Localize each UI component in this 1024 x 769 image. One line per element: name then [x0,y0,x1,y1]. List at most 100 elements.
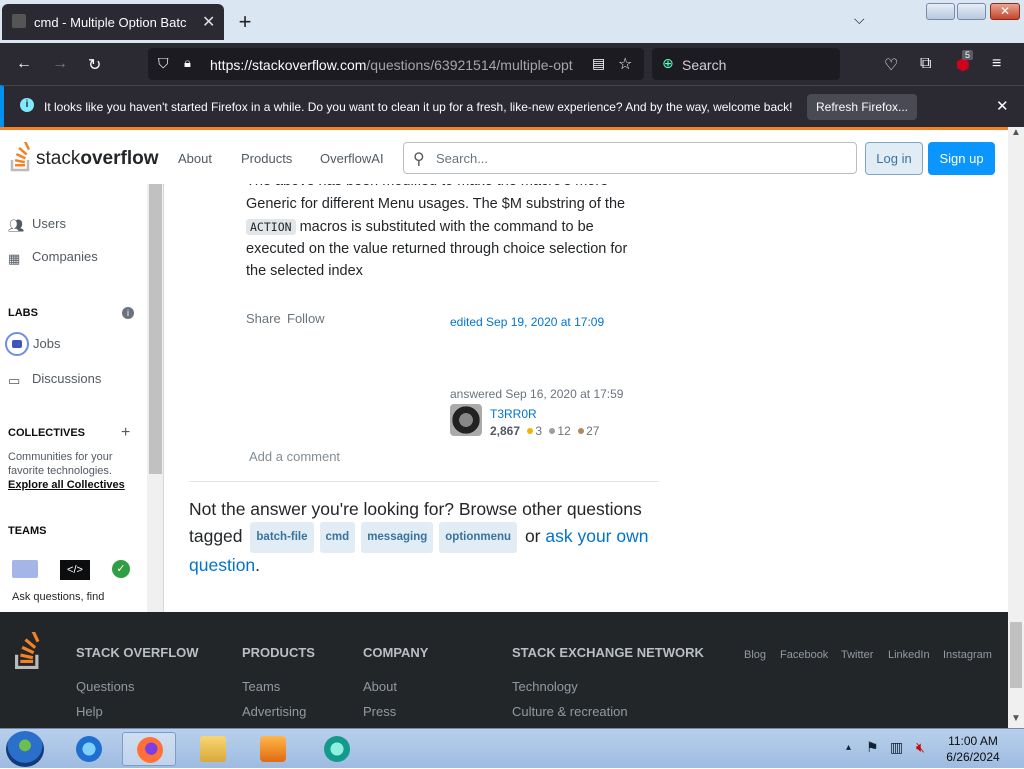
tray-expand-icon[interactable]: ▴ [846,742,851,753]
footer-logo-icon[interactable] [12,632,44,670]
sidebar-item-jobs[interactable]: Jobs [5,332,60,356]
add-collective-icon[interactable]: + [121,424,130,442]
footer-link[interactable]: Teams [242,679,280,694]
so-search-input[interactable]: ⚲ Search... [403,142,857,174]
tag-cmd[interactable]: cmd [319,522,356,553]
signup-button[interactable]: Sign up [928,142,995,175]
building-icon: ▦ [8,251,21,266]
tab-close-icon[interactable]: ✕ [202,12,215,32]
action-center-flag-icon[interactable]: ⚑ [866,739,879,756]
footer-link[interactable]: Help [76,704,103,719]
refresh-firefox-button[interactable]: Refresh Firefox... [807,94,917,120]
follow-link[interactable]: Follow [287,311,325,326]
back-icon[interactable]: ← [16,55,32,73]
teams-code-icon: </> [60,560,90,580]
footer-link[interactable]: About [363,679,397,694]
taskbar: ▴ ⚑ ▥ 🔇︎ 11:00 AM 6/26/2024 [0,728,1024,768]
clock-time: 11:00 AM [948,734,998,748]
browser-search-placeholder: Search [682,57,727,73]
clock-date: 6/26/2024 [946,750,1000,764]
forward-icon[interactable]: → [52,55,68,73]
left-sidebar: 👥︎ Users ▦ Companies LABS i Jobs ▭ Discussi… [0,184,164,612]
extension-badge: 5 [962,50,974,60]
user-name-link[interactable]: T3RR0R [490,407,537,421]
list-all-tabs-icon[interactable]: ⌵ [854,11,865,28]
answer-body-line: the selected index [246,263,363,279]
explore-collectives-link[interactable]: Explore all Collectives [8,479,125,491]
new-tab-button[interactable]: + [234,9,256,35]
footer-link[interactable]: Culture & recreation [512,704,628,719]
footer-social-linkedin[interactable]: LinkedIn [888,649,930,661]
taskbar-media-player-icon[interactable] [246,732,300,766]
pocket-icon[interactable]: ♡ [884,55,898,75]
footer-link[interactable]: Press [363,704,396,719]
tag-messaging[interactable]: messaging [361,522,434,553]
notification-close-icon[interactable]: ✕ [996,97,1009,115]
footer-link[interactable]: Technology [512,679,578,694]
collectives-description: Communities for your favorite technologi… [8,451,113,477]
not-the-answer-box: Not the answer you're looking for? Brows… [189,499,649,575]
stackoverflow-logo-icon[interactable] [10,142,32,172]
window-maximize-button[interactable] [957,3,986,20]
users-icon: 👥︎ [8,218,25,233]
sidebar-scrollbar-thumb[interactable] [149,184,162,474]
sidebar-item-companies[interactable]: ▦ Companies [8,249,98,266]
footer-social-instagram[interactable]: Instagram [943,649,992,661]
browser-search-box[interactable]: ⊕ Search [652,48,840,80]
footer-social-blog[interactable]: Blog [744,649,766,661]
add-comment-link[interactable]: Add a comment [249,449,340,464]
start-button[interactable] [6,731,44,767]
footer-social-facebook[interactable]: Facebook [780,649,828,661]
nav-about[interactable]: About [178,151,212,166]
user-reputation: 2,867 3 12 27 [490,424,599,438]
scroll-down-icon[interactable]: ▼ [1011,713,1021,724]
footer-heading-network[interactable]: STACK EXCHANGE NETWORK [512,645,704,660]
login-button[interactable]: Log in [865,142,923,175]
nav-overflowai[interactable]: OverflowAI [320,151,384,166]
edited-link[interactable]: edited Sep 19, 2020 at 17:09 [450,315,604,329]
taskbar-explorer-icon[interactable] [186,732,240,766]
reload-icon[interactable]: ↻ [88,55,101,75]
labs-info-icon[interactable]: i [122,307,134,319]
taskbar-app-icon[interactable] [310,732,364,766]
window-close-button[interactable]: ✕ [990,3,1020,20]
lock-icon[interactable]: 🔒︎ [184,55,191,71]
footer-heading-products[interactable]: PRODUCTS [242,645,315,660]
taskbar-firefox-icon[interactable] [122,732,176,766]
sidebar-item-discussions[interactable]: ▭ Discussions [8,371,101,388]
bookmark-star-icon[interactable]: ☆ [618,54,632,74]
logo-wordmark[interactable]: stackoverflow [36,148,158,170]
tab-title: cmd - Multiple Option Batch File [34,15,186,30]
footer: STACK OVERFLOW Questions Help PRODUCTS T… [0,612,1008,728]
address-bar[interactable]: ⛉ 🔒︎ https://stackoverflow.com/questions… [148,48,644,80]
volume-muted-icon[interactable]: 🔇︎ [916,739,925,756]
window-minimize-button[interactable] [926,3,955,20]
extensions-icon[interactable]: ⧉ [920,55,931,73]
scroll-up-icon[interactable]: ▲ [1011,127,1021,138]
taskbar-clock[interactable]: 11:00 AM 6/26/2024 [940,733,1006,765]
avatar[interactable] [450,404,482,436]
footer-heading-stackoverflow[interactable]: STACK OVERFLOW [76,645,199,660]
footer-social-twitter[interactable]: Twitter [841,649,873,661]
network-icon[interactable]: ▥ [890,739,903,756]
bronze-badge-count: 27 [586,424,600,438]
nav-products[interactable]: Products [241,151,292,166]
teams-chat-icon [12,560,38,578]
browser-tab[interactable]: cmd - Multiple Option Batch File ✕ [2,4,224,40]
share-link[interactable]: Share [246,311,281,326]
tab-favicon-icon [12,14,26,28]
tag-optionmenu[interactable]: optionmenu [439,522,518,553]
footer-heading-company[interactable]: COMPANY [363,645,428,660]
sidebar-item-users[interactable]: 👥︎ Users [8,216,66,233]
footer-link[interactable]: Questions [76,679,135,694]
tag-batch-file[interactable]: batch-file [250,522,314,553]
page-scrollbar-thumb[interactable] [1010,622,1022,688]
main-content: The above has been modified to make the … [165,184,1008,612]
footer-link[interactable]: Advertising [242,704,306,719]
answer-body-line: ACTION macros is substituted with the co… [246,216,656,239]
reader-view-icon[interactable]: ▤ [592,55,605,72]
shield-icon[interactable]: ⛉ [158,55,169,72]
menu-icon[interactable]: ≡ [992,55,1001,73]
taskbar-ie-icon[interactable] [62,732,116,766]
briefcase-icon [5,332,29,356]
